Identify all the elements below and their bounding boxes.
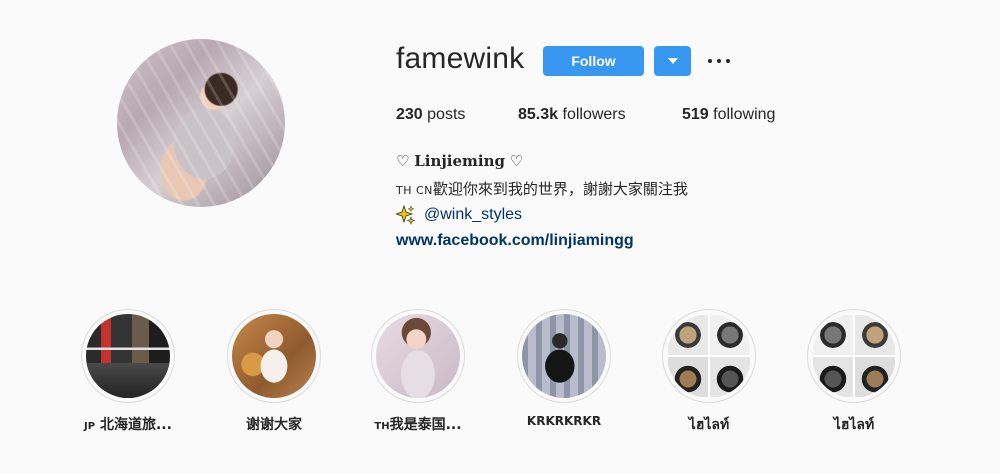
following-link[interactable]: 519 following [682,106,775,124]
highlight-label: TH我是泰国... [368,414,468,434]
followers-label: followers [562,106,626,123]
watch-thumb [812,314,854,356]
watch-thumb [854,314,896,356]
follow-button[interactable]: Follow [543,46,644,76]
highlight-cover [667,314,751,398]
highlight-label-text: 谢谢大家 [246,417,302,433]
watch-thumb [854,356,896,398]
posts-number: 230 [396,106,423,123]
story-highlight[interactable]: ไฮไลท์ [804,309,904,436]
highlight-label: ไฮไลท์ [804,414,904,436]
more-dot [717,59,721,63]
highlight-cover [522,314,606,398]
heart-right: ♡ [505,152,524,170]
posts-label: posts [427,106,466,123]
bio-welcome-text: 歡迎你來到我的世界，謝謝大家關注我 [432,180,688,198]
profile-avatar[interactable] [117,39,285,207]
highlight-ring [371,309,465,403]
bio-country-flags: TH CN [396,184,433,197]
highlight-flag: TH [374,421,390,432]
more-dot [726,59,730,63]
highlight-label-text: ไฮไลท์ [688,417,730,433]
suggested-dropdown-button[interactable] [654,46,691,76]
highlight-cover [376,314,460,398]
followers-link[interactable]: 85.3k followers [518,106,626,124]
highlight-ring [517,309,611,403]
highlight-ring [807,309,901,403]
watch-thumb [812,356,854,398]
more-dot [708,59,712,63]
more-options-icon[interactable] [708,52,730,70]
watch-thumb [667,314,709,356]
highlight-label: ไฮไลท์ [659,414,759,436]
highlight-flag: JP [84,421,96,432]
followers-number: 85.3k [518,106,559,123]
bio-name-text: 𝐋𝐢𝐧𝐣𝐢𝐞𝐦𝐢𝐧𝐠 [414,152,506,170]
highlight-label-text: ไฮไลท์ [833,417,875,433]
following-label: following [713,106,776,123]
bio-handle-line: @wink_styles [396,205,522,225]
highlight-label: JP 北海道旅... [78,414,178,434]
highlight-ring [227,309,321,403]
highlight-label: KRKRKRKR [514,414,614,428]
highlight-label-text: 北海道旅... [99,417,172,433]
highlight-cover [812,314,896,398]
bio-website-link[interactable]: www.facebook.com/linjiamingg [396,232,634,250]
story-highlight[interactable]: TH我是泰国... [368,309,468,434]
following-number: 519 [682,106,709,123]
watch-thumb [709,356,751,398]
highlight-label: 谢谢大家 [224,414,324,434]
watch-grid [667,314,751,398]
bio-full-name: ♡ 𝐋𝐢𝐧𝐣𝐢𝐞𝐦𝐢𝐧𝐠 ♡ [396,152,523,170]
posts-count: 230 posts [396,106,465,124]
highlight-ring [662,309,756,403]
story-highlight[interactable]: ไฮไลท์ [659,309,759,436]
bio-handle-link[interactable]: @wink_styles [424,206,522,224]
heart-left: ♡ [396,152,415,170]
story-highlight[interactable]: 谢谢大家 [224,309,324,434]
highlight-label-text: KRKRKRKR [526,414,602,428]
highlight-ring [81,309,175,403]
highlight-cover [232,314,316,398]
story-highlight[interactable]: KRKRKRKR [514,309,614,428]
profile-username: famewink [396,42,525,75]
highlight-cover [86,314,170,398]
bio-welcome-line: TH CN歡迎你來到我的世界，謝謝大家關注我 [396,178,688,199]
watch-thumb [667,356,709,398]
watch-grid [812,314,896,398]
highlight-label-text: 我是泰国... [389,417,462,433]
watch-thumb [709,314,751,356]
chevron-down-icon [667,58,678,64]
story-highlight[interactable]: JP 北海道旅... [78,309,178,434]
sparkles-icon [396,205,416,225]
